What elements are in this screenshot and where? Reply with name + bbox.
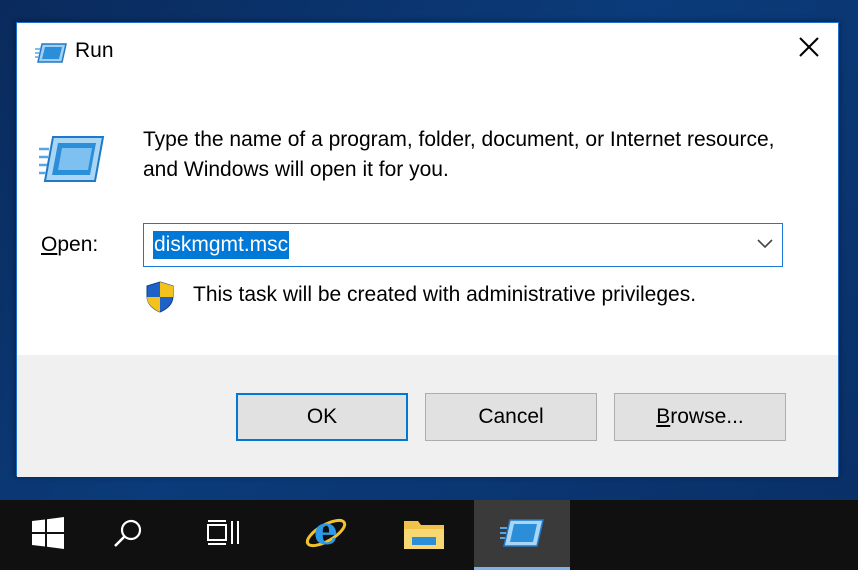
windows-logo-icon [32, 516, 64, 554]
run-dialog: Run Type the name of a program, folder, … [16, 22, 839, 477]
run-icon [39, 135, 105, 183]
open-label: Open: [41, 233, 98, 257]
internet-explorer-button[interactable]: e [278, 500, 374, 570]
internet-explorer-icon: e [303, 508, 349, 561]
search-icon [112, 517, 144, 554]
svg-text:e: e [314, 510, 338, 553]
dropdown-button[interactable] [748, 224, 782, 266]
title-bar[interactable]: Run [17, 23, 838, 81]
folder-icon [402, 515, 446, 556]
close-button[interactable] [780, 23, 838, 75]
open-input[interactable]: diskmgmt.msc [153, 231, 290, 259]
dialog-title: Run [75, 39, 114, 62]
close-icon [798, 36, 820, 63]
browse-button-accelerator: B [656, 405, 671, 428]
open-label-text: pen: [57, 233, 99, 256]
file-explorer-button[interactable] [376, 500, 472, 570]
chevron-down-icon [757, 236, 773, 254]
task-view-button[interactable] [176, 500, 272, 570]
browse-button-label: rowse... [670, 405, 744, 428]
dialog-description: Type the name of a program, folder, docu… [143, 128, 775, 181]
cancel-button[interactable]: Cancel [425, 393, 597, 441]
open-combobox[interactable]: diskmgmt.msc [143, 223, 783, 267]
admin-privileges-note: This task will be created with administr… [193, 283, 697, 306]
uac-shield-icon [145, 281, 175, 313]
run-app-icon [500, 518, 544, 552]
browse-button[interactable]: Browse... [614, 393, 786, 441]
dialog-content: Type the name of a program, folder, docu… [17, 81, 838, 355]
ok-button[interactable]: OK [236, 393, 408, 441]
search-button[interactable] [80, 500, 176, 570]
taskbar: e [0, 500, 858, 570]
cancel-button-label: Cancel [478, 405, 544, 428]
task-view-icon [206, 518, 242, 553]
run-app-icon [35, 43, 67, 63]
run-taskbar-button[interactable] [474, 500, 570, 570]
button-bar: OK Cancel Browse... [17, 355, 838, 477]
open-label-accelerator: O [41, 233, 58, 256]
ok-button-label: OK [306, 405, 338, 428]
